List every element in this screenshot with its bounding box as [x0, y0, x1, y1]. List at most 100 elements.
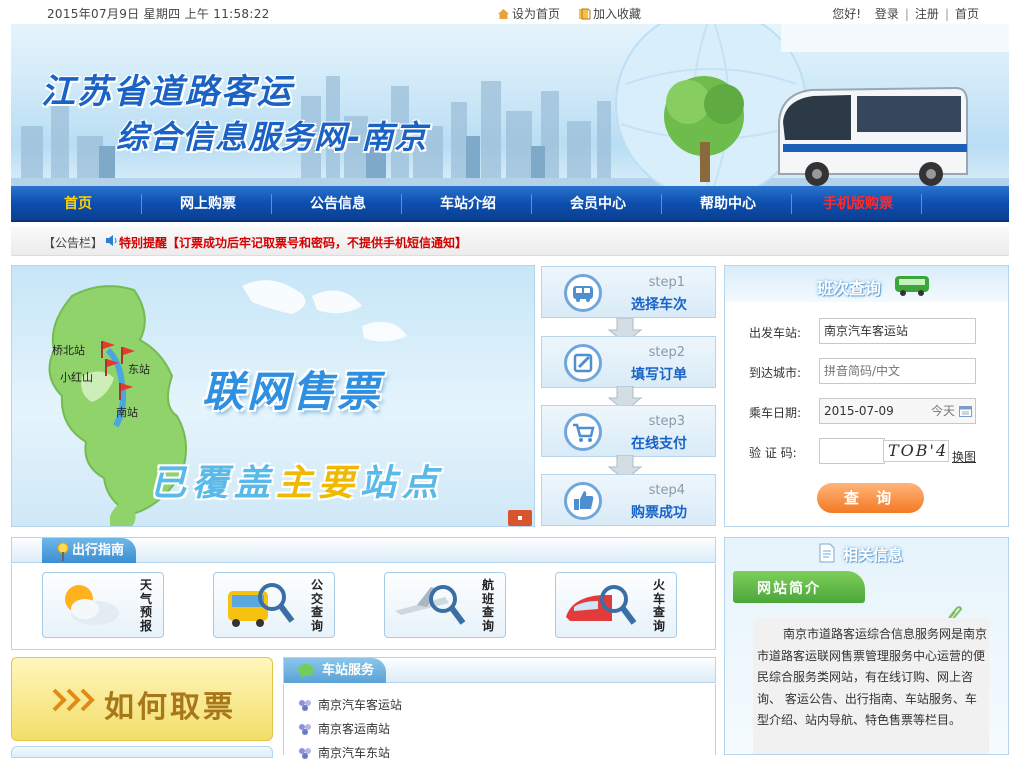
- diamond-bullet-icon: [299, 748, 311, 759]
- nav-item-buy-tickets[interactable]: 网上购票: [143, 186, 273, 222]
- map-station-label: 东站: [128, 363, 150, 376]
- tagline-part: 站点: [360, 463, 445, 504]
- step-number: step2: [648, 345, 685, 360]
- coverage-tagline: 已覆盖主要站点: [150, 454, 444, 506]
- nav-separator: [531, 194, 532, 214]
- step-label: 购票成功: [631, 505, 687, 521]
- bookmark-icon: [578, 8, 591, 20]
- step-fill-order[interactable]: step2 填写订单: [541, 336, 716, 388]
- guide-bus-query[interactable]: 公交查询: [213, 572, 335, 638]
- plane-search-icon: [395, 585, 466, 625]
- site-introduction-text: 南京市道路客运综合信息服务网是南京市道路客运联网售票管理服务中心运营的便民综合服…: [757, 627, 988, 727]
- site-title-line1: 江苏省道路客运: [41, 72, 293, 112]
- step-label: 填写订单: [631, 367, 687, 383]
- station-link[interactable]: 南京汽车客运站: [318, 698, 402, 712]
- guide-label: 火车查询: [652, 578, 665, 633]
- login-link[interactable]: 登录: [875, 7, 899, 21]
- speaker-icon: [105, 234, 119, 250]
- set-home-label: 设为首页: [512, 7, 561, 21]
- separator: |: [904, 7, 909, 21]
- how-to-collect-tickets-button[interactable]: 如何取票: [11, 657, 273, 741]
- nav-item-stations[interactable]: 车站介绍: [403, 186, 533, 222]
- headline-text: 联网售票: [202, 367, 383, 416]
- pin-icon: [57, 542, 69, 561]
- step-online-payment[interactable]: step3 在线支付: [541, 405, 716, 457]
- guide-weather-forecast[interactable]: 天气预报: [42, 572, 164, 638]
- intro-tab-label: 网站简介: [757, 581, 821, 597]
- step-number: step4: [648, 483, 685, 498]
- guide-train-query[interactable]: 火车查询: [555, 572, 677, 638]
- add-favorite-link[interactable]: 加入收藏: [578, 5, 641, 22]
- nav-item-mobile-tickets[interactable]: 手机版购票: [793, 186, 923, 222]
- map-station-label: 桥北站: [52, 344, 85, 357]
- step-select-trip[interactable]: step1 选择车次: [541, 266, 716, 318]
- depart-station-field[interactable]: 南京汽车客运站: [819, 318, 976, 344]
- travel-date-field[interactable]: 2015-07-09 今天: [819, 398, 976, 424]
- step-label: 在线支付: [631, 436, 687, 452]
- arrive-city-input[interactable]: [819, 358, 976, 384]
- map-station-label: 小红山: [60, 371, 93, 384]
- trip-search-panel: 班次查询 出发车站: 南京汽车客运站 到达城市: 乘车日期: 2015-07-0…: [724, 265, 1009, 527]
- notice-bar: 【公告栏】 特别提醒【订票成功后牢记取票号和密码，不提供手机短信通知】: [11, 226, 1009, 256]
- search-button[interactable]: 查 询: [817, 483, 924, 513]
- step-label: 选择车次: [631, 297, 687, 313]
- edit-icon: [564, 344, 602, 382]
- notice-label: 【公告栏】: [43, 236, 104, 250]
- station-link[interactable]: 南京汽车东站: [318, 746, 390, 760]
- nav-separator: [271, 194, 272, 214]
- bus-icon: [895, 276, 929, 296]
- tagline-part: 已覆盖: [150, 463, 277, 504]
- nav-separator: [921, 194, 922, 214]
- add-favorite-label: 加入收藏: [593, 7, 642, 21]
- coach-bus-graphic: [778, 86, 968, 186]
- nav-item-member-center[interactable]: 会员中心: [533, 186, 663, 222]
- home-icon: [497, 8, 510, 20]
- cart-icon: [564, 413, 602, 451]
- next-promo-tile[interactable]: [11, 746, 273, 758]
- search-panel-header: 班次查询: [725, 266, 1008, 302]
- captcha-image: TOB'4: [883, 440, 949, 462]
- captcha-label: 验 证 码:: [749, 446, 797, 460]
- diamond-bullet-icon: [299, 724, 311, 735]
- travel-date-value: 2015-07-09: [824, 404, 894, 418]
- current-datetime: 2015年07月9日 星期四 上午 11:58:22: [47, 7, 270, 21]
- nav-item-help-center[interactable]: 帮助中心: [663, 186, 793, 222]
- site-banner: 江苏省道路客运 综合信息服务网-南京: [11, 24, 1009, 186]
- guide-label: 航班查询: [481, 578, 494, 633]
- weather-icon: [65, 585, 119, 625]
- guide-label: 天气预报: [139, 578, 152, 633]
- calendar-icon[interactable]: [959, 405, 972, 417]
- station-link[interactable]: 南京客运南站: [318, 722, 390, 736]
- captcha-input[interactable]: [819, 438, 885, 464]
- banner-pager-button[interactable]: [508, 510, 532, 526]
- tagline-highlight: 主要: [276, 463, 361, 504]
- list-item[interactable]: 南京客运南站: [298, 722, 390, 739]
- guide-flight-query[interactable]: 航班查询: [384, 572, 506, 638]
- step-number: step1: [648, 275, 685, 290]
- main-nav: 首页 网上购票 公告信息 车站介绍 会员中心 帮助中心 手机版购票: [11, 186, 1009, 222]
- nav-item-announcements[interactable]: 公告信息: [273, 186, 403, 222]
- nav-item-home[interactable]: 首页: [13, 186, 143, 222]
- home-link[interactable]: 首页: [955, 7, 979, 21]
- intro-tab[interactable]: 网站简介: [733, 571, 865, 603]
- list-item[interactable]: 南京汽车客运站: [298, 698, 402, 715]
- travel-guide-header: 出行指南: [11, 537, 716, 563]
- step-purchase-success[interactable]: step4 购票成功: [541, 474, 716, 526]
- depart-label: 出发车站:: [749, 326, 802, 340]
- station-service-header: 车站服务: [283, 657, 716, 683]
- related-info-title: 相关信息: [843, 546, 904, 564]
- train-search-icon: [566, 585, 637, 625]
- network-ticketing-banner[interactable]: 桥北站 东站 小红山 南站 联网售票 已覆盖主要站点: [11, 265, 535, 527]
- nav-separator: [141, 194, 142, 214]
- notice-message[interactable]: 特别提醒【订票成功后牢记取票号和密码，不提供手机短信通知】: [119, 234, 467, 251]
- register-link[interactable]: 注册: [915, 7, 939, 21]
- site-title-line2: 综合信息服务网-南京: [116, 118, 428, 156]
- diamond-bullet-icon: [299, 700, 311, 711]
- flag-icon: [104, 358, 120, 379]
- site-introduction: 南京市道路客运综合信息服务网是南京市道路客运联网售票管理服务中心运营的便民综合服…: [753, 618, 989, 754]
- map-station-label: 南站: [116, 406, 138, 419]
- captcha-refresh-link[interactable]: 换图: [952, 448, 976, 465]
- set-home-link[interactable]: 设为首页: [497, 5, 560, 22]
- nav-separator: [661, 194, 662, 214]
- arrive-label: 到达城市:: [749, 366, 802, 380]
